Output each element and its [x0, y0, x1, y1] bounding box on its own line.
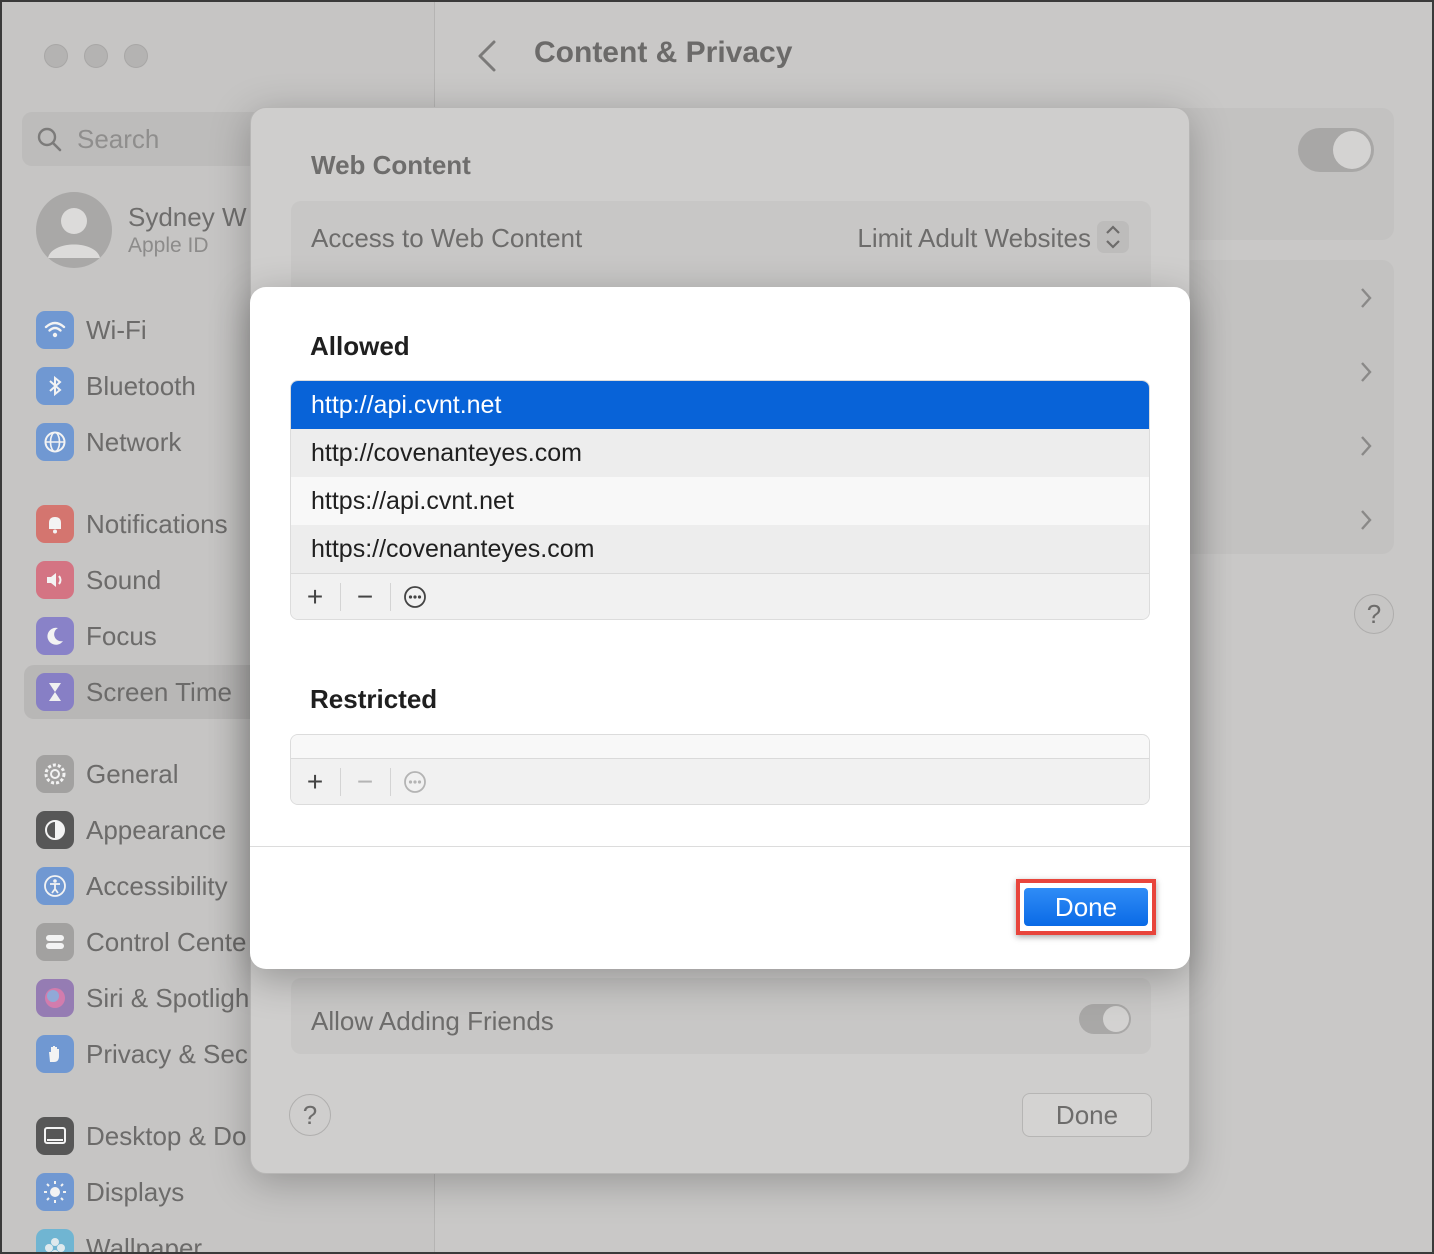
- remove-button[interactable]: −: [341, 574, 389, 619]
- background-help-button[interactable]: ?: [1354, 594, 1394, 634]
- close-window-button[interactable]: [44, 44, 68, 68]
- allow-adding-friends-label: Allow Adding Friends: [311, 1006, 554, 1036]
- speaker-icon: [36, 561, 74, 599]
- allowed-list-toolbar: + −: [291, 573, 1149, 619]
- chevron-right-icon[interactable]: [1358, 508, 1374, 532]
- flower-icon: [36, 1229, 74, 1252]
- sidebar-item-label: Appearance: [86, 815, 227, 845]
- chevron-right-icon[interactable]: [1358, 286, 1374, 310]
- list-item[interactable]: https://covenanteyes.com: [291, 525, 1149, 573]
- zoom-window-button[interactable]: [124, 44, 148, 68]
- person-icon: [48, 208, 100, 258]
- control-center-icon: [36, 923, 74, 961]
- allowed-restricted-dialog: Allowed http://api.cvnt.net http://coven…: [250, 287, 1190, 969]
- sidebar-item-label: Wallpaper: [86, 1233, 203, 1254]
- sidebar-item-label: General: [86, 759, 179, 789]
- search-placeholder: Search: [77, 124, 160, 154]
- profile-subtitle: Apple ID: [128, 234, 209, 257]
- avatar: [36, 192, 112, 268]
- chevron-right-icon[interactable]: [1358, 360, 1374, 384]
- sidebar-item-label: Displays: [86, 1177, 185, 1207]
- ellipsis-circle-icon: [404, 771, 426, 793]
- sheet-title: Web Content: [311, 150, 471, 180]
- gear-icon: [36, 755, 74, 793]
- dialog-divider: [250, 846, 1190, 847]
- sheet-help-button[interactable]: ?: [289, 1094, 331, 1136]
- profile-name: Sydney W: [128, 202, 247, 232]
- sidebar-item-label: Privacy & Sec: [86, 1039, 248, 1069]
- restricted-heading: Restricted: [310, 684, 438, 714]
- sidebar-item-wallpaper[interactable]: Wallpaper: [24, 1221, 424, 1254]
- sidebar-item-label: Network: [86, 427, 182, 457]
- appearance-icon: [36, 811, 74, 849]
- restricted-list-toolbar: + −: [291, 758, 1149, 804]
- desktop-icon: [36, 1117, 74, 1155]
- list-item[interactable]: https://api.cvnt.net: [291, 477, 1149, 525]
- access-web-content-label: Access to Web Content: [311, 223, 583, 253]
- more-options-button[interactable]: [391, 574, 439, 619]
- allow-adding-friends-row: Allow Adding Friends: [291, 978, 1151, 1054]
- popup-stepper-icon[interactable]: [1097, 221, 1129, 253]
- sidebar-item-label: Notifications: [86, 509, 228, 539]
- chevron-right-icon[interactable]: [1358, 434, 1374, 458]
- allowed-heading: Allowed: [310, 331, 410, 361]
- page-title: Content & Privacy: [534, 36, 793, 69]
- sidebar-item-label: Siri & Spotligh: [86, 983, 250, 1013]
- accessibility-icon: [36, 867, 74, 905]
- background-toggle[interactable]: [1298, 128, 1374, 172]
- sidebar-item-label: Wi-Fi: [86, 315, 147, 345]
- ellipsis-circle-icon: [404, 586, 426, 608]
- list-item[interactable]: http://api.cvnt.net: [291, 381, 1149, 429]
- sheet-done-button[interactable]: Done: [1022, 1093, 1152, 1137]
- bluetooth-icon: [36, 367, 74, 405]
- bell-icon: [36, 505, 74, 543]
- sidebar-item-label: Desktop & Do: [86, 1121, 247, 1151]
- hourglass-icon: [36, 673, 74, 711]
- system-settings-window: Search Sydney W Apple ID Wi-Fi Bluetooth N…: [0, 0, 1434, 1254]
- back-chevron-icon[interactable]: [472, 38, 502, 74]
- sun-icon: [36, 1173, 74, 1211]
- restricted-list: + −: [290, 734, 1150, 805]
- allow-adding-friends-toggle[interactable]: [1079, 1004, 1131, 1034]
- search-icon: [37, 127, 62, 152]
- list-item[interactable]: http://covenanteyes.com: [291, 429, 1149, 477]
- sidebar-item-label: Focus: [86, 621, 157, 651]
- hand-icon: [36, 1035, 74, 1073]
- add-button[interactable]: +: [291, 574, 339, 619]
- remove-button[interactable]: −: [341, 759, 389, 804]
- add-button[interactable]: +: [291, 759, 339, 804]
- sidebar-item-label: Control Cente: [86, 927, 247, 957]
- globe-icon: [36, 423, 74, 461]
- wifi-icon: [36, 311, 74, 349]
- sidebar-item-label: Accessibility: [86, 871, 228, 901]
- done-button[interactable]: Done: [1024, 888, 1148, 926]
- empty-list-area: [291, 735, 1149, 758]
- sidebar-item-label: Bluetooth: [86, 371, 196, 401]
- minimize-window-button[interactable]: [84, 44, 108, 68]
- sidebar-item-label: Sound: [86, 565, 162, 595]
- access-web-content-value[interactable]: Limit Adult Websites: [857, 223, 1091, 254]
- siri-icon: [36, 979, 74, 1017]
- moon-icon: [36, 617, 74, 655]
- sidebar-item-label: Screen Time: [86, 677, 232, 707]
- allowed-list: http://api.cvnt.net http://covenanteyes.…: [290, 380, 1150, 620]
- more-options-button[interactable]: [391, 759, 439, 804]
